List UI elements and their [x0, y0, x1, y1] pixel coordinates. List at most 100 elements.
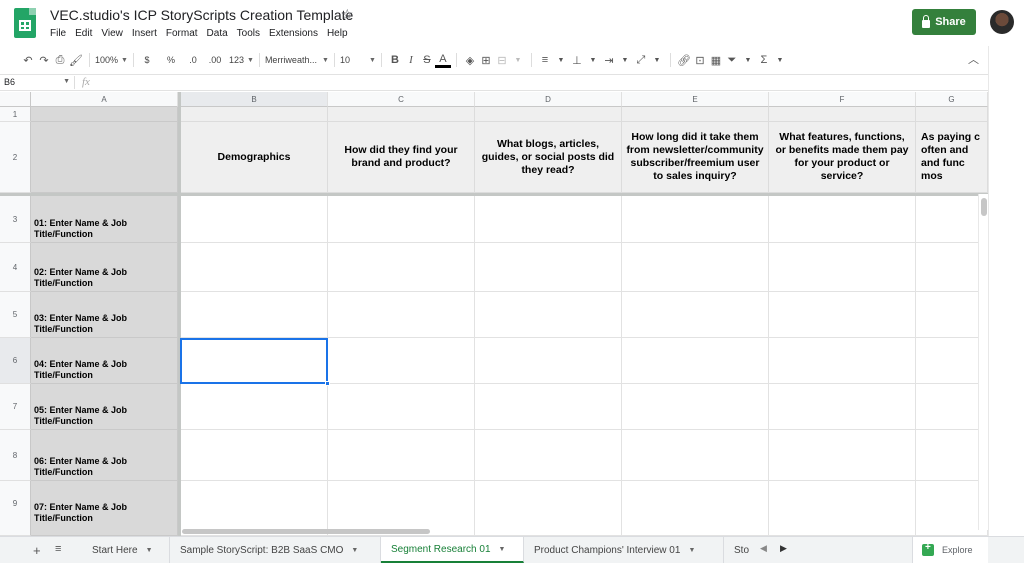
fill-color-icon[interactable]: ◈ [462, 50, 478, 70]
font-select[interactable]: Merriweath... ▼ [265, 50, 329, 70]
cell-f6[interactable] [769, 338, 916, 384]
cell-b3[interactable] [181, 196, 328, 243]
persona-cell-03[interactable]: 03: Enter Name & Job Title/Function [31, 292, 178, 338]
formula-input[interactable] [104, 76, 974, 89]
cell-a2[interactable] [31, 122, 178, 193]
persona-cell-04[interactable]: 04: Enter Name & Job Title/Function [31, 338, 178, 384]
horizontal-scroll-thumb[interactable] [182, 529, 430, 534]
cell-f4[interactable] [769, 243, 916, 292]
cell-d8[interactable] [475, 430, 622, 481]
sheet-tab-sto[interactable]: Sto [724, 537, 752, 563]
cell-b5[interactable] [181, 292, 328, 338]
menu-tools[interactable]: Tools [237, 28, 260, 39]
merge-cells-icon[interactable]: ⊟ [494, 50, 510, 70]
cell-b1[interactable] [181, 107, 328, 122]
column-header-f[interactable]: F [769, 92, 916, 107]
cell-d7[interactable] [475, 384, 622, 430]
text-wrapping-icon[interactable]: ⇥ [601, 50, 617, 70]
italic-icon[interactable]: I [403, 50, 419, 70]
fill-handle[interactable] [325, 381, 330, 386]
chevron-down-icon[interactable]: ▼ [740, 50, 756, 70]
bold-icon[interactable]: B [387, 50, 403, 70]
collapse-toolbar-icon[interactable]: ︿ [968, 51, 979, 67]
vertical-scroll-thumb[interactable] [981, 198, 987, 216]
vertical-scrollbar[interactable] [978, 194, 988, 530]
document-title[interactable]: VEC.studio's ICP StoryScripts Creation T… [50, 7, 353, 23]
scroll-tabs-right-icon[interactable]: ▶ [780, 543, 787, 554]
cell-e4[interactable] [622, 243, 769, 292]
more-formats-select[interactable]: 123 ▼ [229, 50, 254, 70]
menu-format[interactable]: Format [166, 28, 198, 39]
zoom-select[interactable]: 100% ▼ [95, 50, 128, 70]
paint-format-icon[interactable]: 🖌︎ [68, 50, 84, 70]
cell-e6[interactable] [622, 338, 769, 384]
row-header-3[interactable]: 3 [0, 196, 31, 243]
text-rotation-icon[interactable]: ⤢ [633, 50, 649, 70]
sheet-tab-sample-storyscript[interactable]: Sample StoryScript: B2B SaaS CMO ▼ [170, 537, 381, 563]
persona-cell-02[interactable]: 02: Enter Name & Job Title/Function [31, 243, 178, 292]
persona-cell-07[interactable]: 07: Enter Name & Job Title/Function [31, 481, 178, 536]
chevron-down-icon[interactable]: ▼ [510, 50, 526, 70]
column-header-d[interactable]: D [475, 92, 622, 107]
column-header-c[interactable]: C [328, 92, 475, 107]
strikethrough-icon[interactable]: S [419, 50, 435, 70]
scroll-tabs-left-icon[interactable]: ◀ [760, 543, 767, 554]
persona-cell-05[interactable]: 05: Enter Name & Job Title/Function [31, 384, 178, 430]
question-usage[interactable]: As paying c often and and func mos [916, 122, 988, 193]
share-button[interactable]: Share [912, 9, 976, 35]
cell-c7[interactable] [328, 384, 475, 430]
row-header-9[interactable]: 9 [0, 481, 31, 536]
column-header-e[interactable]: E [622, 92, 769, 107]
sheet-tab-segment-research-01[interactable]: Segment Research 01 ▼ [381, 537, 524, 563]
frozen-column-divider[interactable] [178, 92, 181, 536]
insert-comment-icon[interactable]: ⊡ [692, 50, 708, 70]
cell-c5[interactable] [328, 292, 475, 338]
horizontal-scrollbar[interactable] [180, 527, 978, 535]
persona-cell-06[interactable]: 06: Enter Name & Job Title/Function [31, 430, 178, 481]
cell-d5[interactable] [475, 292, 622, 338]
cell-c1[interactable] [328, 107, 475, 122]
question-purchase-drivers[interactable]: What features, functions, or benefits ma… [769, 122, 916, 193]
menu-data[interactable]: Data [207, 28, 228, 39]
redo-icon[interactable]: ↷ [36, 50, 52, 70]
cell-g1[interactable] [916, 107, 988, 122]
undo-icon[interactable]: ↶ [20, 50, 36, 70]
cell-f8[interactable] [769, 430, 916, 481]
chevron-down-icon[interactable]: ▼ [649, 50, 665, 70]
column-header-a[interactable]: A [31, 92, 178, 107]
percent-format-button[interactable]: % [163, 50, 179, 70]
explore-button[interactable]: Explore [912, 537, 988, 563]
question-demographics[interactable]: Demographics [181, 122, 328, 193]
cell-f3[interactable] [769, 196, 916, 243]
row-header-4[interactable]: 4 [0, 243, 31, 292]
column-header-b[interactable]: B [181, 92, 328, 107]
decrease-decimal-button[interactable]: .0 [185, 50, 201, 70]
menu-view[interactable]: View [101, 28, 123, 39]
sheet-tab-product-champions[interactable]: Product Champions' Interview 01 ▼ [524, 537, 724, 563]
cell-e7[interactable] [622, 384, 769, 430]
cell-c4[interactable] [328, 243, 475, 292]
add-sheet-icon[interactable]: + [33, 543, 41, 558]
cell-d4[interactable] [475, 243, 622, 292]
cell-e1[interactable] [622, 107, 769, 122]
row-header-5[interactable]: 5 [0, 292, 31, 338]
font-size-select[interactable]: 10 ▼ [340, 50, 376, 70]
cell-f1[interactable] [769, 107, 916, 122]
chevron-down-icon[interactable]: ▼ [585, 50, 601, 70]
all-sheets-icon[interactable]: ≡ [55, 543, 61, 555]
cell-e5[interactable] [622, 292, 769, 338]
currency-format-button[interactable]: $ [139, 50, 155, 70]
selected-cell-b6[interactable] [180, 338, 330, 386]
cell-d3[interactable] [475, 196, 622, 243]
increase-decimal-button[interactable]: .00 [207, 50, 223, 70]
cell-e3[interactable] [622, 196, 769, 243]
question-discovery[interactable]: How did they find your brand and product… [328, 122, 475, 193]
chevron-down-icon[interactable]: ▼ [772, 50, 788, 70]
star-icon[interactable]: ☆ [341, 6, 354, 23]
menu-file[interactable]: File [50, 28, 66, 39]
row-header-1[interactable]: 1 [0, 107, 31, 122]
functions-icon[interactable]: Σ [756, 50, 772, 70]
cell-e8[interactable] [622, 430, 769, 481]
chevron-down-icon[interactable]: ▼ [553, 50, 569, 70]
insert-chart-icon[interactable]: ▦ [708, 50, 724, 70]
